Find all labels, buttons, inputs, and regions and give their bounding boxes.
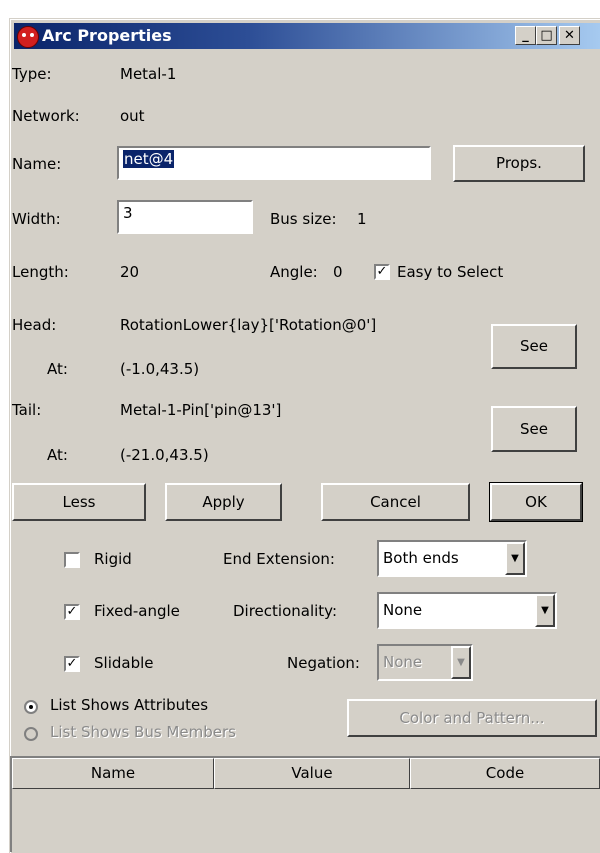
column-header-code[interactable]: Code — [410, 758, 600, 789]
end-extension-select[interactable]: Both ends ▼ — [377, 540, 527, 577]
minimize-button[interactable]: _ — [515, 26, 536, 45]
name-field[interactable]: net@4 — [117, 146, 431, 180]
slidable-label[interactable]: Slidable — [94, 654, 154, 672]
directionality-label: Directionality: — [233, 602, 338, 620]
angle-value: 0 — [333, 263, 343, 281]
type-label: Type: — [12, 65, 52, 83]
attributes-table: Name Value Code — [10, 756, 600, 852]
end-extension-label: End Extension: — [223, 550, 335, 568]
head-label: Head: — [12, 316, 57, 334]
head-at-label: At: — [47, 360, 68, 378]
bus-size-value: 1 — [357, 210, 367, 228]
tail-value: Metal-1-Pin['pin@13'] — [120, 401, 282, 419]
easy-to-select-label[interactable]: Easy to Select — [397, 263, 503, 281]
list-bus-members-label: List Shows Bus Members — [50, 723, 236, 741]
cancel-button[interactable]: Cancel — [321, 483, 470, 521]
column-header-name[interactable]: Name — [12, 758, 214, 789]
app-icon — [17, 26, 39, 48]
angle-label: Angle: — [270, 263, 318, 281]
maximize-button[interactable]: □ — [536, 26, 557, 45]
tail-label: Tail: — [12, 401, 42, 419]
tail-at-value: (-21.0,43.5) — [120, 446, 209, 464]
bus-size-label: Bus size: — [270, 210, 337, 228]
tail-see-button[interactable]: See — [491, 406, 577, 452]
length-label: Length: — [12, 263, 69, 281]
less-button[interactable]: Less — [12, 483, 146, 521]
directionality-select[interactable]: None ▼ — [377, 592, 557, 629]
head-see-button[interactable]: See — [491, 324, 577, 369]
negation-value: None — [383, 653, 423, 671]
list-attributes-label[interactable]: List Shows Attributes — [50, 696, 208, 714]
ok-button[interactable]: OK — [489, 482, 583, 522]
chevron-down-icon: ▼ — [451, 646, 471, 679]
title-bar[interactable]: Arc Properties _ □ ✕ — [14, 23, 600, 49]
close-button[interactable]: ✕ — [559, 26, 580, 45]
apply-button[interactable]: Apply — [165, 483, 282, 521]
name-label: Name: — [12, 155, 62, 173]
props-button[interactable]: Props. — [453, 145, 585, 182]
color-and-pattern-button: Color and Pattern... — [347, 699, 597, 737]
network-value: out — [120, 107, 145, 125]
column-header-value[interactable]: Value — [214, 758, 410, 789]
fixed-angle-label[interactable]: Fixed-angle — [94, 602, 180, 620]
width-label: Width: — [12, 210, 61, 228]
fixed-angle-checkbox[interactable]: ✓ — [64, 604, 80, 620]
end-extension-value: Both ends — [383, 549, 459, 567]
directionality-value: None — [383, 601, 423, 619]
rigid-label[interactable]: Rigid — [94, 550, 132, 568]
negation-select: None ▼ — [377, 644, 473, 681]
head-at-value: (-1.0,43.5) — [120, 360, 200, 378]
window-title: Arc Properties — [42, 26, 172, 45]
negation-label: Negation: — [287, 654, 360, 672]
type-value: Metal-1 — [120, 65, 177, 83]
slidable-checkbox[interactable]: ✓ — [64, 656, 80, 672]
length-value: 20 — [120, 263, 140, 281]
list-bus-members-radio — [24, 727, 38, 741]
network-label: Network: — [12, 107, 80, 125]
chevron-down-icon[interactable]: ▼ — [535, 594, 555, 627]
easy-to-select-checkbox[interactable]: ✓ — [374, 264, 390, 280]
head-value: RotationLower{lay}['Rotation@0'] — [120, 316, 377, 334]
width-field[interactable]: 3 — [117, 200, 253, 234]
chevron-down-icon[interactable]: ▼ — [505, 542, 525, 575]
rigid-checkbox[interactable] — [64, 552, 80, 568]
list-attributes-radio[interactable] — [24, 700, 38, 714]
name-field-value: net@4 — [123, 150, 175, 168]
tail-at-label: At: — [47, 446, 68, 464]
